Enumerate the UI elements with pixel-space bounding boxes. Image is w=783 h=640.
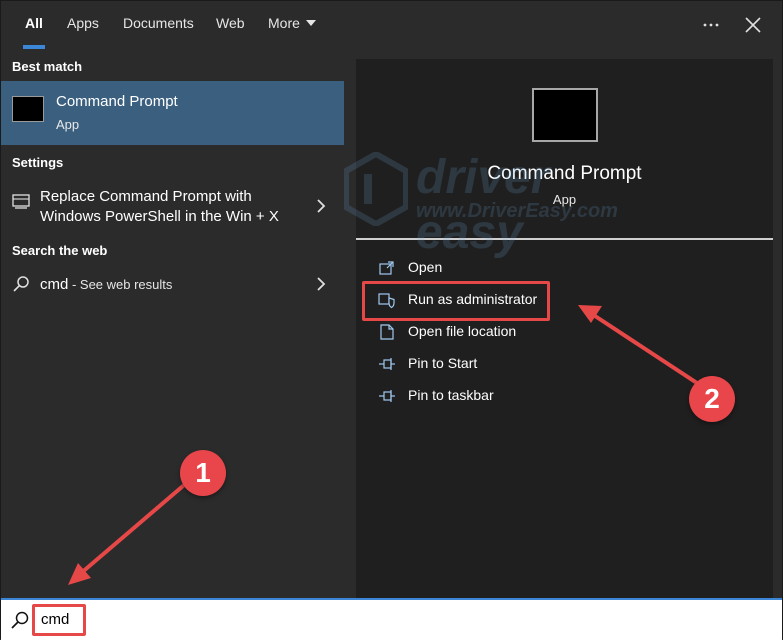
best-match-command-prompt[interactable]: Command Prompt App [1, 81, 344, 145]
action-pin-to-start-label: Pin to Start [408, 355, 478, 371]
tab-web[interactable]: Web [216, 1, 245, 49]
web-query: cmd [40, 276, 69, 293]
search-web-heading: Search the web [12, 243, 108, 258]
pin-icon [379, 390, 395, 402]
web-result-item[interactable]: cmd - See web results [1, 271, 344, 297]
step-badge-1: 1 [180, 450, 226, 496]
action-open-file-location-label: Open file location [408, 323, 517, 339]
command-prompt-preview-icon [532, 88, 598, 142]
tab-apps[interactable]: Apps [67, 1, 99, 49]
action-pin-to-taskbar-label: Pin to taskbar [408, 387, 494, 403]
tab-more-label: More [268, 15, 300, 31]
filter-tabs-bar: All Apps Documents Web More [1, 1, 782, 49]
settings-display-icon [12, 194, 30, 209]
search-icon [11, 611, 29, 629]
command-prompt-app-icon [12, 96, 44, 122]
results-pane: Best match Command Prompt App Settings R… [1, 49, 344, 599]
best-match-heading: Best match [12, 59, 83, 74]
chevron-down-icon [305, 20, 316, 26]
settings-item-line1: Replace Command Prompt with [40, 188, 252, 205]
best-match-subtitle: App [56, 117, 80, 132]
settings-powershell-item[interactable]: Replace Command Prompt with Windows Powe… [1, 183, 344, 229]
ellipsis-icon[interactable] [697, 11, 725, 39]
tab-more[interactable]: More [268, 1, 316, 49]
best-match-title: Command Prompt [56, 93, 178, 110]
preview-title: Command Prompt [487, 163, 642, 184]
preview-subtitle: App [552, 192, 577, 207]
settings-item-line2: Windows PowerShell in the Win + X [40, 208, 279, 225]
tab-all[interactable]: All [23, 1, 45, 49]
open-icon [379, 261, 394, 275]
pin-icon [379, 358, 395, 370]
search-bar [1, 598, 782, 640]
preview-pane: Command Prompt App Open Run as administr… [356, 59, 773, 599]
close-icon[interactable] [739, 11, 767, 39]
web-query-suffix: - See web results [68, 277, 173, 292]
file-location-icon [380, 324, 394, 340]
search-input[interactable] [41, 608, 301, 630]
search-icon [13, 276, 29, 292]
preview-divider [356, 238, 773, 240]
action-run-as-administrator-label: Run as administrator [408, 291, 538, 307]
step-badge-2: 2 [689, 376, 735, 422]
tab-documents[interactable]: Documents [123, 1, 194, 49]
chevron-right-icon [317, 199, 326, 213]
shield-icon [378, 293, 395, 309]
action-open-label: Open [408, 259, 443, 275]
settings-heading: Settings [12, 155, 64, 170]
chevron-right-icon [317, 277, 326, 291]
